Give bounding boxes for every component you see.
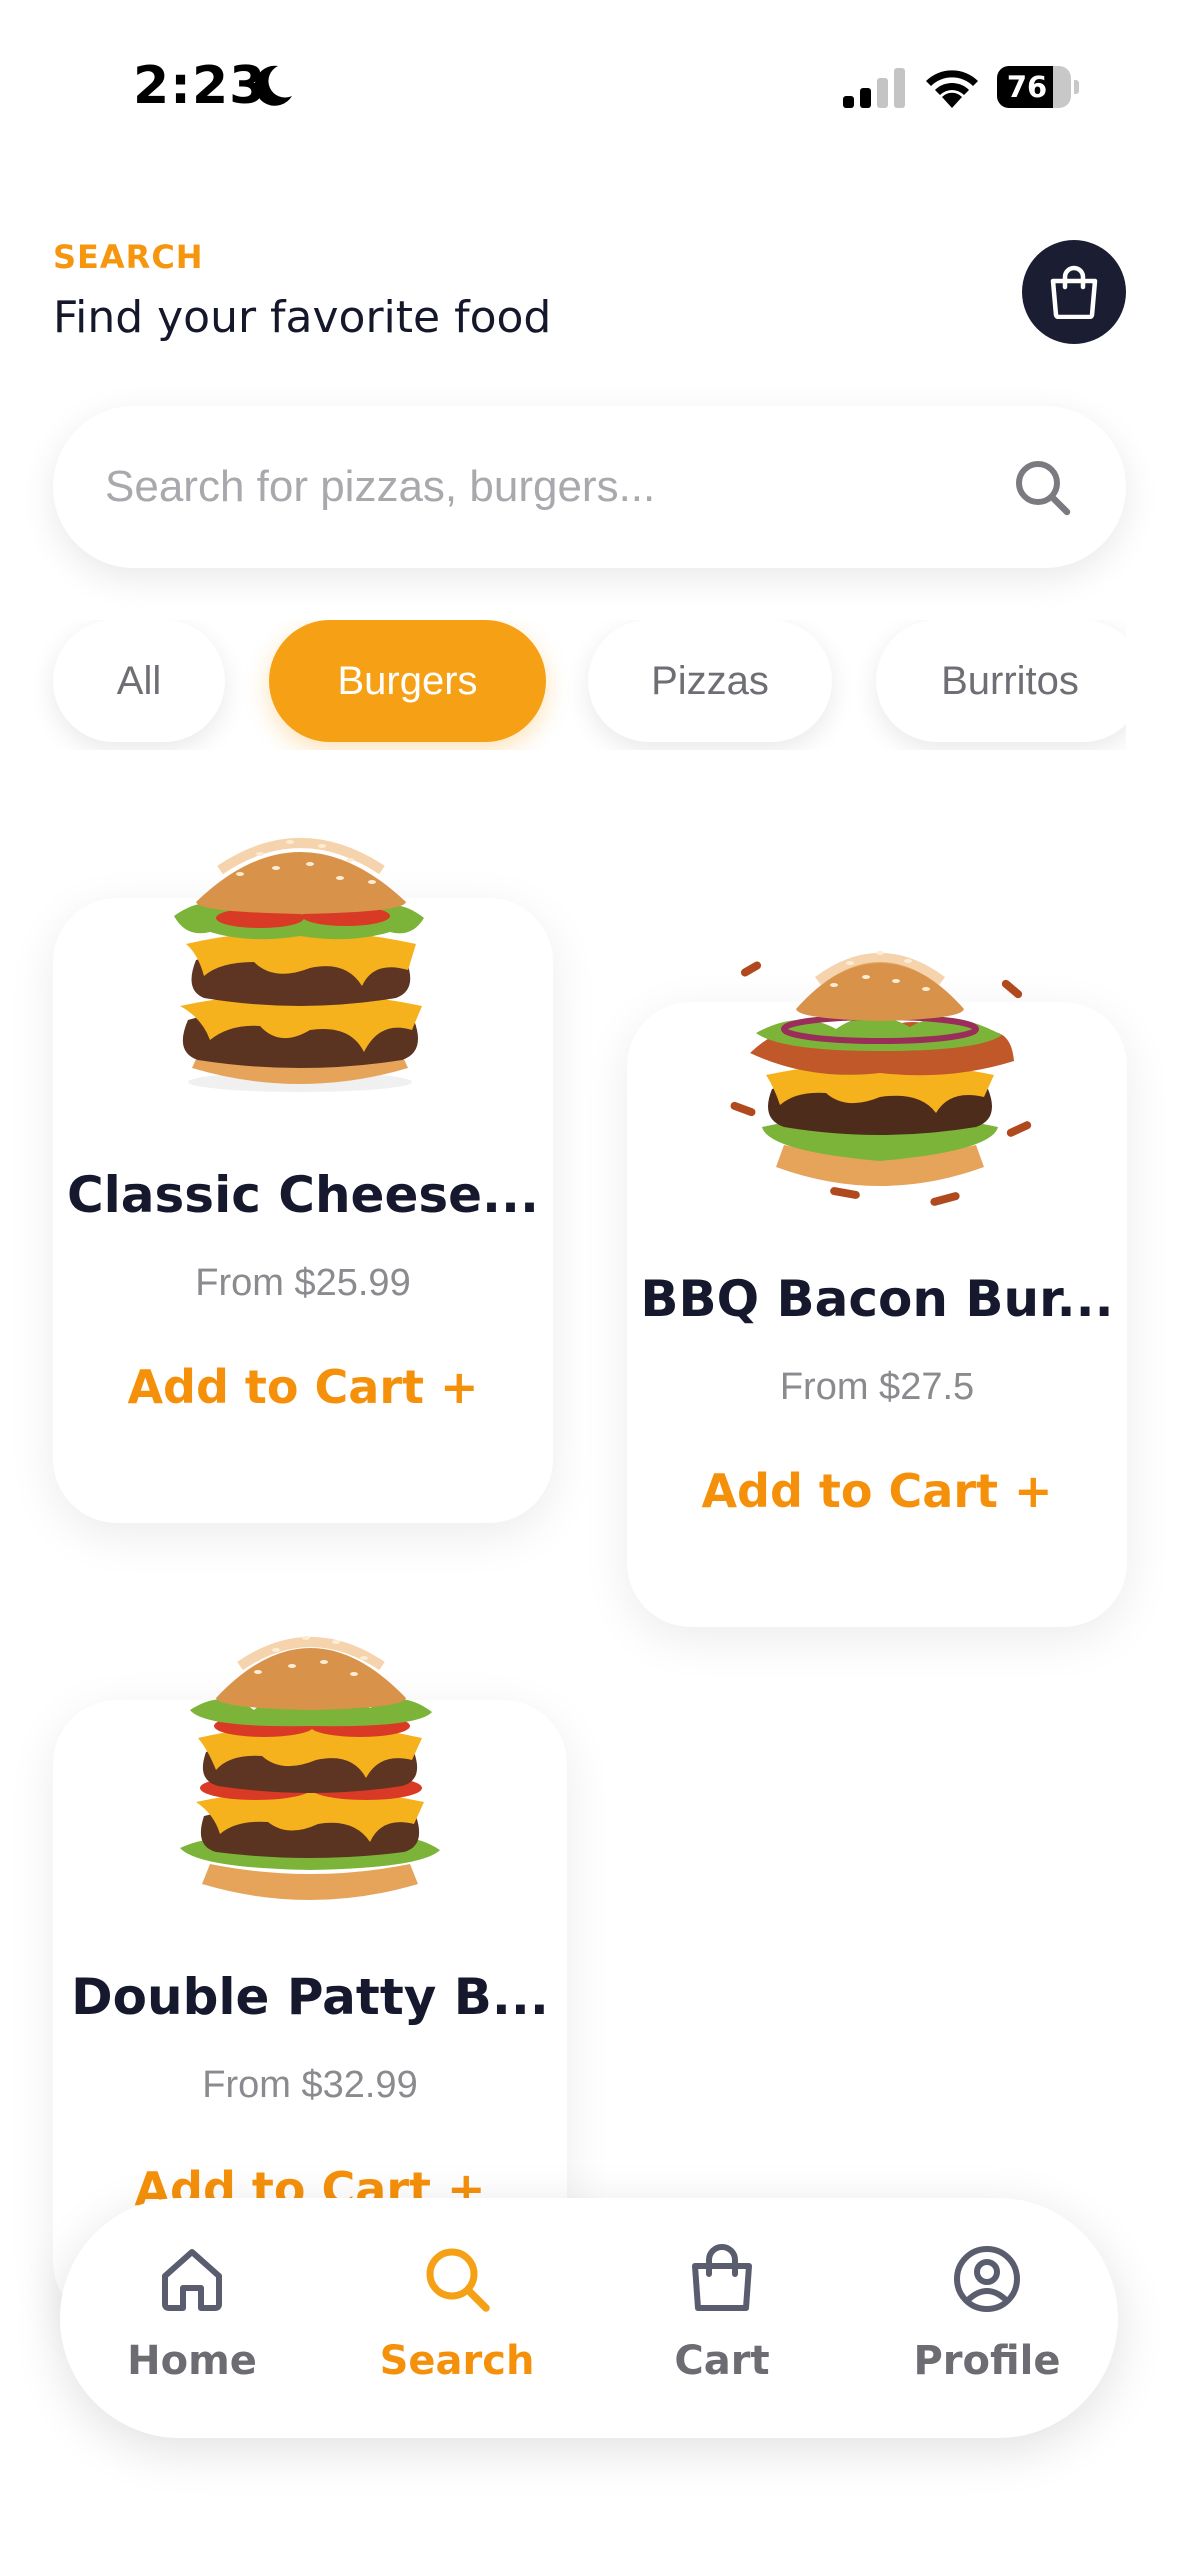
bottom-navigation: Home Search Cart Profile (60, 2198, 1118, 2438)
battery-indicator: 76 (997, 66, 1079, 108)
product-price: From $25.99 (195, 1262, 411, 1304)
product-name: BBQ Bacon Bur... (640, 1270, 1114, 1328)
category-filter: All Burgers Pizzas Burritos (0, 620, 1126, 750)
product-name: Classic Cheese... (66, 1166, 540, 1224)
chip-all[interactable]: All (53, 620, 225, 742)
search-icon[interactable] (1013, 458, 1073, 518)
chip-burgers[interactable]: Burgers (269, 620, 546, 742)
burger-image (180, 1636, 440, 1900)
chip-pizzas[interactable]: Pizzas (588, 620, 832, 742)
section-eyebrow: SEARCH (53, 238, 204, 276)
add-to-cart-button[interactable]: Add to Cart + (627, 1464, 1127, 1518)
moon-icon (254, 65, 292, 106)
bag-icon (692, 2244, 752, 2311)
tab-home-label: Home (127, 2338, 257, 2384)
cart-button[interactable] (1022, 240, 1126, 344)
profile-icon (954, 2246, 1020, 2312)
tab-search[interactable]: Search (347, 2198, 567, 2438)
status-bar: 2:23 76 (0, 0, 1179, 150)
tab-search-label: Search (379, 2338, 535, 2384)
tab-profile-label: Profile (913, 2338, 1061, 2384)
wifi-icon (926, 70, 978, 108)
search-icon (426, 2248, 490, 2312)
battery-percent: 76 (1006, 70, 1048, 104)
tab-cart-label: Cart (674, 2338, 770, 2384)
search-bar (53, 406, 1126, 568)
product-name: Double Patty B... (71, 1968, 549, 2026)
tab-cart[interactable]: Cart (612, 2198, 832, 2438)
search-input[interactable] (105, 406, 1005, 568)
status-time: 2:23 (133, 56, 267, 116)
signal-icon (843, 68, 905, 108)
product-price: From $32.99 (202, 2064, 418, 2106)
tab-profile[interactable]: Profile (877, 2198, 1097, 2438)
add-to-cart-button[interactable]: Add to Cart + (53, 1360, 553, 1414)
home-icon (162, 2249, 222, 2311)
burger-image (174, 838, 424, 1092)
tab-home[interactable]: Home (82, 2198, 302, 2438)
chip-burritos[interactable]: Burritos (876, 620, 1126, 742)
product-price: From $27.5 (779, 1366, 975, 1408)
burger-image (730, 951, 1032, 1206)
page-title: Find your favorite food (53, 292, 552, 343)
shopping-bag-icon (1050, 265, 1098, 319)
